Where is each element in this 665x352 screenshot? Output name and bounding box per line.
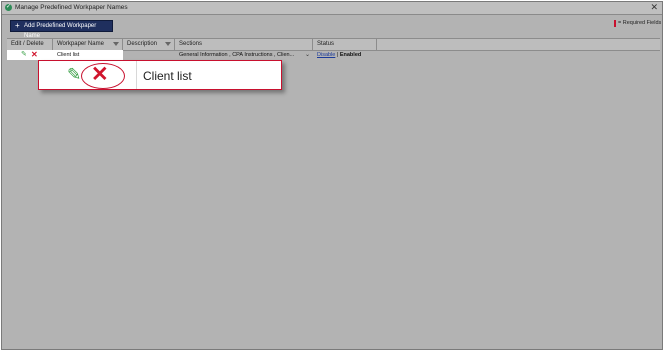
required-marker	[614, 20, 616, 27]
pencil-icon[interactable]: ✎	[67, 66, 81, 84]
zoomed-row-callout: ✎ ✕ Client list	[38, 60, 282, 90]
add-predefined-workpaper-button[interactable]: + Add Predefined Workpaper Name	[10, 20, 113, 39]
title-bar: ✓ Manage Predefined Workpaper Names ✕	[2, 2, 662, 15]
disable-link[interactable]: Disable	[317, 52, 335, 58]
window-title: Manage Predefined Workpaper Names	[15, 4, 128, 11]
sections-cell[interactable]: General Information , CPA Instructions ,…	[175, 50, 313, 60]
column-header-status: Status	[313, 39, 377, 50]
required-fields-legend: = Required Fields	[618, 20, 662, 26]
delete-x-icon[interactable]: ✕	[91, 64, 109, 86]
table-row: ✎ ✕ Client list General Information , CP…	[7, 50, 660, 60]
chevron-down-icon[interactable]: ⌄	[305, 50, 310, 60]
delete-x-icon[interactable]: ✕	[31, 50, 38, 59]
column-header-description[interactable]: Description	[123, 39, 175, 50]
column-header-sections: Sections	[175, 39, 313, 50]
manage-workpaper-names-window: ✓ Manage Predefined Workpaper Names ✕ + …	[1, 1, 663, 350]
checkmark-icon: ✓	[5, 4, 12, 11]
column-header-label: Workpaper Name	[57, 41, 104, 47]
status-separator: |	[336, 52, 339, 58]
close-button[interactable]: ✕	[650, 2, 658, 13]
zoomed-workpaper-name: Client list	[143, 69, 192, 83]
row-actions-cell: ✎ ✕	[7, 50, 53, 60]
status-badge: Enabled	[339, 52, 362, 58]
column-header-label: Description	[127, 41, 158, 47]
description-cell	[123, 50, 175, 60]
filter-icon[interactable]	[165, 42, 171, 46]
pencil-icon[interactable]: ✎	[21, 51, 27, 59]
filter-icon[interactable]	[113, 42, 119, 46]
column-header-workpaper-name[interactable]: Workpaper Name	[53, 39, 123, 50]
divider	[136, 61, 137, 89]
status-cell: Disable | Enabled	[313, 50, 377, 60]
plus-icon: +	[15, 21, 20, 30]
column-header-edit-delete: Edit / Delete	[7, 39, 53, 50]
sections-value: General Information , CPA Instructions ,…	[179, 52, 295, 58]
workpaper-name-cell: Client list	[53, 50, 123, 60]
